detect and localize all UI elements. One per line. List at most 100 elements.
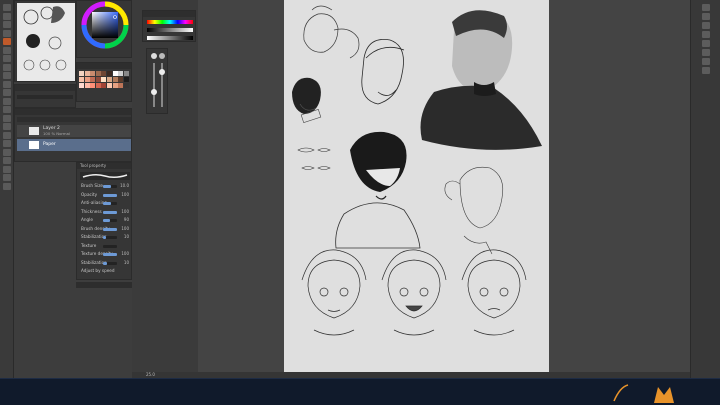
panel-icon[interactable] [702, 49, 710, 56]
panel-icon[interactable] [702, 58, 710, 65]
color-swatch[interactable] [123, 77, 129, 82]
color-swatch[interactable] [101, 83, 107, 88]
navigator-thumbnail[interactable] [17, 3, 75, 81]
color-swatch[interactable] [123, 71, 129, 76]
tool-property-value[interactable]: 10.0 [120, 183, 129, 188]
zoom-readout[interactable]: 25.0 [146, 372, 155, 377]
color-swatch[interactable] [118, 83, 124, 88]
color-swatch[interactable] [95, 77, 101, 82]
tool-property-slider[interactable] [103, 219, 117, 222]
tool-property-row[interactable]: Texture density 100 [81, 251, 129, 258]
color-swatch[interactable] [112, 77, 118, 82]
tool-icon[interactable] [3, 114, 11, 122]
panel-icon[interactable] [702, 22, 710, 29]
color-swatch[interactable] [118, 71, 124, 76]
tool-icon[interactable] [3, 80, 11, 88]
tool-property-value[interactable]: 100 [121, 251, 129, 256]
panel-icon[interactable] [702, 31, 710, 38]
panel-icon[interactable] [702, 4, 710, 11]
tool-icon[interactable] [3, 21, 11, 28]
tool-icon[interactable] [3, 4, 11, 11]
color-swatch[interactable] [79, 71, 84, 76]
color-swatch[interactable] [107, 83, 112, 88]
tool-property-value[interactable]: 100 [121, 226, 129, 231]
brush-size-panel[interactable] [146, 48, 168, 114]
tool-property-slider[interactable] [103, 193, 117, 197]
saturation-slider[interactable] [147, 36, 193, 40]
tool-icon[interactable] [3, 165, 11, 173]
tool-property-value[interactable]: 90 [124, 217, 129, 222]
tool-property-value[interactable]: 100 [121, 192, 129, 197]
color-swatch[interactable] [90, 71, 96, 76]
layer-row[interactable]: Layer 2 100 % Normal [17, 125, 131, 137]
tool-icon[interactable] [3, 12, 11, 20]
tool-property-row[interactable]: Angle 90 [81, 217, 129, 224]
color-swatch[interactable] [101, 71, 107, 76]
tool-icon[interactable] [3, 89, 11, 96]
tool-property-slider[interactable] [103, 261, 117, 265]
slider-knob[interactable] [159, 69, 165, 75]
color-wheel[interactable] [77, 1, 133, 59]
tool-property-slider[interactable] [103, 202, 117, 205]
value-slider[interactable] [147, 28, 193, 32]
layer-row-selected[interactable]: Paper [17, 139, 131, 151]
tool-property-row[interactable]: Texture [81, 243, 129, 250]
tool-icon[interactable] [3, 182, 11, 190]
navigator-panel[interactable] [14, 0, 76, 82]
color-swatch[interactable] [107, 71, 112, 76]
color-swatch[interactable] [112, 83, 118, 88]
color-swatch[interactable] [112, 71, 118, 76]
tool-property-slider[interactable] [103, 210, 117, 214]
tool-icon[interactable] [3, 131, 11, 139]
brush-size-slider[interactable] [153, 63, 155, 107]
tool-property-row[interactable]: Opacity 100 [81, 192, 129, 199]
color-swatch[interactable] [101, 77, 107, 82]
tool-icon[interactable] [3, 38, 11, 45]
tool-property-row[interactable]: Brush density 100 [81, 226, 129, 233]
panel-icon[interactable] [702, 67, 710, 74]
color-swatch[interactable] [118, 77, 124, 82]
color-swatch[interactable] [107, 77, 112, 82]
color-swatch[interactable] [84, 77, 90, 82]
panel-icon[interactable] [702, 40, 710, 47]
canvas-paper[interactable] [284, 0, 549, 372]
color-slider-panel[interactable] [142, 10, 196, 42]
color-swatch[interactable] [79, 83, 84, 88]
color-swatch-grid[interactable] [79, 71, 131, 101]
color-swatch[interactable] [84, 71, 90, 76]
color-wheel-panel[interactable] [76, 0, 132, 58]
tool-icon[interactable] [3, 123, 11, 130]
color-swatch[interactable] [90, 77, 96, 82]
tool-icon[interactable] [3, 29, 11, 37]
tool-property-slider[interactable] [103, 244, 117, 248]
tool-icon[interactable] [3, 55, 11, 62]
tool-icon[interactable] [3, 72, 11, 79]
color-swatch[interactable] [95, 83, 101, 88]
tool-icon[interactable] [3, 63, 11, 71]
color-swatch[interactable] [84, 83, 90, 88]
layer-property-bar[interactable] [17, 95, 73, 99]
tool-icon[interactable] [3, 140, 11, 147]
tool-property-slider[interactable] [103, 185, 117, 188]
tool-property-value[interactable]: 10 [124, 234, 129, 239]
color-set-panel[interactable] [76, 62, 132, 102]
color-swatch[interactable] [79, 77, 84, 82]
panel-icon[interactable] [702, 13, 710, 20]
tool-property-value[interactable]: 100 [121, 209, 129, 214]
hue-slider[interactable] [147, 20, 193, 24]
tool-property-slider[interactable] [103, 253, 117, 256]
color-swatch[interactable] [90, 83, 96, 88]
tool-property-row[interactable]: Stabilization 10 [81, 234, 129, 241]
tool-icon[interactable] [3, 97, 11, 105]
tool-icon[interactable] [3, 46, 11, 54]
color-swatch[interactable] [123, 83, 129, 88]
tool-property-row[interactable]: Anti-aliasing [81, 200, 129, 207]
tool-icon[interactable] [3, 174, 11, 181]
tool-property-value[interactable]: 10 [124, 260, 129, 265]
tool-icon[interactable] [3, 148, 11, 156]
tool-property-row[interactable]: Thickness 100 [81, 209, 129, 216]
color-swatch[interactable] [95, 71, 101, 76]
adjust-speed-checkbox[interactable]: Adjust by speed [81, 268, 129, 275]
tool-property-row[interactable]: Brush Size 10.0 [81, 183, 129, 190]
tool-icon[interactable] [3, 157, 11, 164]
